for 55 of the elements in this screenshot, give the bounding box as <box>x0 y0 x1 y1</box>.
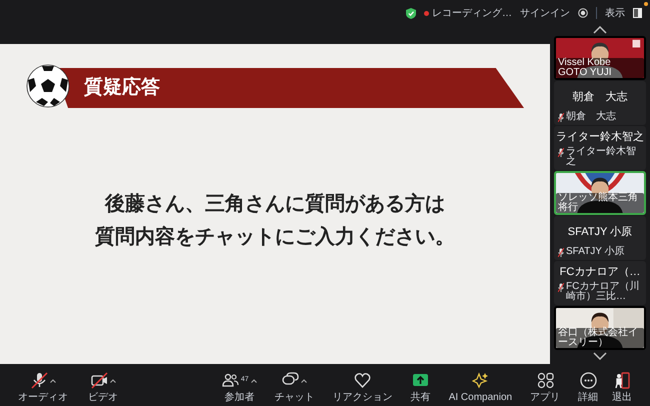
exit-door-icon[interactable] <box>614 372 630 389</box>
people-icon[interactable] <box>222 372 239 389</box>
participant-name: FCカナロア（川崎市）三比… <box>566 282 640 302</box>
sign-in-link[interactable]: サインイン <box>520 6 570 20</box>
participant-display-name: FCカナロア（… <box>558 265 642 280</box>
participant-tile[interactable]: Vissel Kobe GOTO YUJI <box>554 36 646 80</box>
toolbar-button-label[interactable]: ビデオ <box>88 392 118 402</box>
toolbar-button-label[interactable]: 詳細 <box>578 392 598 402</box>
participant-tile[interactable]: ライター鈴木智之 ライター鈴木智之 <box>554 126 646 170</box>
recording-dot-icon <box>424 10 429 16</box>
participant-tile[interactable]: FCカナロア（… FCカナロア（川崎市）三比… <box>554 261 646 305</box>
caret-icon[interactable] <box>50 378 56 382</box>
participant-name: 谷口（株式会社イースリー） <box>558 328 639 348</box>
notification-dot-icon <box>644 2 648 6</box>
microphone-icon[interactable] <box>30 372 48 389</box>
more-icon[interactable] <box>580 372 597 389</box>
shield-icon <box>406 8 416 18</box>
toolbar-button-label[interactable]: AI Companion <box>448 392 512 402</box>
toolbar-button-label[interactable]: アプリ <box>530 392 560 402</box>
heart-icon[interactable] <box>354 372 372 389</box>
slide-text: 質問内容をチャットにご入力ください。 <box>95 225 455 250</box>
slide-text: 後藤さん、三角さんに質問がある方は <box>105 192 445 217</box>
participant-display-name: 朝倉 大志 <box>572 90 628 106</box>
toolbar-button-label[interactable]: チャット <box>274 392 315 402</box>
share-screen-icon[interactable] <box>412 372 430 389</box>
caret-icon[interactable] <box>301 378 308 382</box>
chevron-down-icon[interactable] <box>593 352 607 360</box>
camera-icon[interactable] <box>90 372 108 389</box>
window-icon[interactable] <box>633 8 642 18</box>
participant-tile[interactable]: ソレッソ熊本三角将行 <box>554 171 646 215</box>
participant-display-name: ライター鈴木智之 <box>556 130 644 146</box>
sparkle-icon[interactable] <box>472 372 489 389</box>
participant-name: ソレッソ熊本三角将行 <box>558 193 639 213</box>
participant-tile[interactable]: 朝倉 大志 朝倉 大志 <box>554 81 646 125</box>
toolbar-button-label[interactable]: 参加者 <box>224 392 254 402</box>
apps-icon[interactable] <box>536 372 554 389</box>
view-button[interactable]: 表示 <box>605 6 625 20</box>
toolbar-button-label[interactable]: リアクション <box>332 392 393 402</box>
soccer-ball-icon <box>26 64 70 108</box>
slide-title: 質疑応答 <box>84 76 160 100</box>
toolbar-button-label[interactable]: オーディオ <box>18 392 68 402</box>
participant-name: ライター鈴木智之 <box>566 147 637 167</box>
caret-icon[interactable] <box>110 378 116 382</box>
participant-tile[interactable]: SFATJY 小原 SFATJY 小原 <box>554 216 646 260</box>
chevron-up-icon[interactable] <box>593 26 607 34</box>
toolbar-button-label[interactable]: 退出 <box>612 392 632 402</box>
toolbar-button-label[interactable]: 共有 <box>410 392 431 402</box>
participant-display-name: SFATJY 小原 <box>566 225 634 240</box>
participant-name: 朝倉 大志 <box>566 112 616 122</box>
record-icon[interactable] <box>578 8 588 18</box>
participant-name: Vissel Kobe GOTO YUJI <box>558 58 613 78</box>
participant-tile[interactable]: 谷口（株式会社イースリー） <box>554 306 646 350</box>
caret-icon[interactable] <box>250 378 257 382</box>
recording-label[interactable]: レコーディング… <box>432 6 512 20</box>
participant-name: SFATJY 小原 <box>566 247 625 257</box>
